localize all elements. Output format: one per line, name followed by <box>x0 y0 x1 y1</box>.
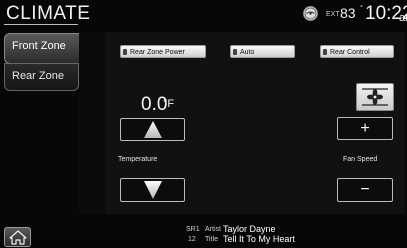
tab-front-zone-label: Front Zone <box>12 40 66 52</box>
radio-preset: 12 <box>188 236 196 243</box>
fan-icon <box>356 83 394 111</box>
rear-zone-power-label: Rear Zone Power <box>130 49 185 56</box>
rear-zone-power-button[interactable]: Rear Zone Power <box>120 45 206 58</box>
home-icon <box>8 230 27 245</box>
title-label: Title <box>205 236 218 243</box>
nav-disc-icon <box>303 6 318 21</box>
indicator-led-icon <box>233 49 237 55</box>
now-playing-title: Tell It To My Heart <box>223 234 295 244</box>
auto-button[interactable]: Auto <box>230 45 295 58</box>
temperature-down-button[interactable] <box>120 178 185 202</box>
fan-speed-up-button[interactable]: + <box>337 117 393 140</box>
temperature-up-button[interactable] <box>120 118 185 141</box>
tab-front-zone[interactable]: Front Zone <box>4 33 79 64</box>
auto-label: Auto <box>240 49 255 56</box>
set-temperature-unit: °F <box>163 98 175 110</box>
indicator-led-icon <box>123 49 127 55</box>
fan-speed-down-button[interactable]: − <box>337 178 393 202</box>
title-divider <box>4 24 78 25</box>
tab-rear-zone[interactable]: Rear Zone <box>4 63 79 91</box>
outside-temp-label: EXT <box>326 11 340 18</box>
fan-speed-label: Fan Speed <box>343 156 378 163</box>
outside-temp: 83 <box>340 5 356 21</box>
panel-edge <box>79 33 105 214</box>
indicator-led-icon <box>323 49 327 55</box>
now-playing-artist: Taylor Dayne <box>223 224 276 234</box>
status-bar: CLIMATE EXT 83 ° 10:22 ar <box>0 0 407 26</box>
triangle-up-icon <box>143 121 162 138</box>
tab-rear-zone-label: Rear Zone <box>12 70 64 82</box>
outside-temp-unit: ° <box>360 5 363 12</box>
page-title: CLIMATE <box>6 3 91 24</box>
home-button[interactable] <box>4 227 31 247</box>
rear-control-label: Rear Control <box>330 49 370 56</box>
artist-label: Artist <box>205 226 221 233</box>
temperature-label: Temperature <box>118 156 158 163</box>
clock-suffix: ar <box>399 12 407 24</box>
rear-control-button[interactable]: Rear Control <box>320 45 394 58</box>
climate-screen: CLIMATE EXT 83 ° 10:22 ar Front Zone Rea… <box>0 0 407 248</box>
plus-icon: + <box>360 120 370 137</box>
triangle-down-icon <box>143 181 162 199</box>
minus-icon: − <box>360 181 370 198</box>
radio-band: SR1 <box>186 226 200 233</box>
